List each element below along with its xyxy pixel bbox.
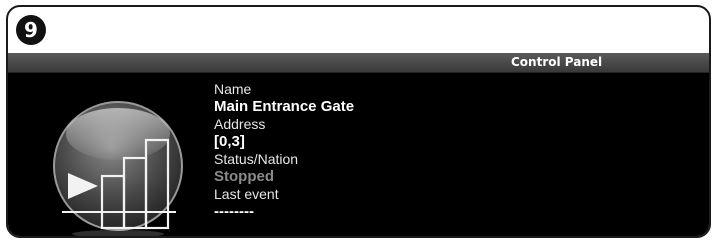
panel-titlebar: Control Panel	[8, 53, 709, 73]
figure-frame: 9 Control Panel Name Main Entrance Gate …	[6, 5, 711, 238]
device-info: Name Main Entrance Gate Address [0,3] St…	[214, 81, 354, 221]
last-event-label: Last event	[214, 186, 279, 202]
status-label: Status/Nation	[214, 151, 299, 167]
control-panel: Control Panel Name Main Entrance Gate Ad…	[8, 53, 709, 236]
last-event-value: --------	[214, 203, 254, 220]
name-value: Main Entrance Gate	[214, 98, 355, 115]
panel-title: Control Panel	[511, 55, 603, 69]
status-value: Stopped	[214, 168, 274, 185]
address-label: Address	[214, 116, 266, 132]
address-value: [0,3]	[214, 133, 245, 150]
name-label: Name	[214, 81, 252, 97]
step-number-badge: 9	[16, 15, 46, 45]
gate-status-icon[interactable]	[48, 98, 188, 236]
